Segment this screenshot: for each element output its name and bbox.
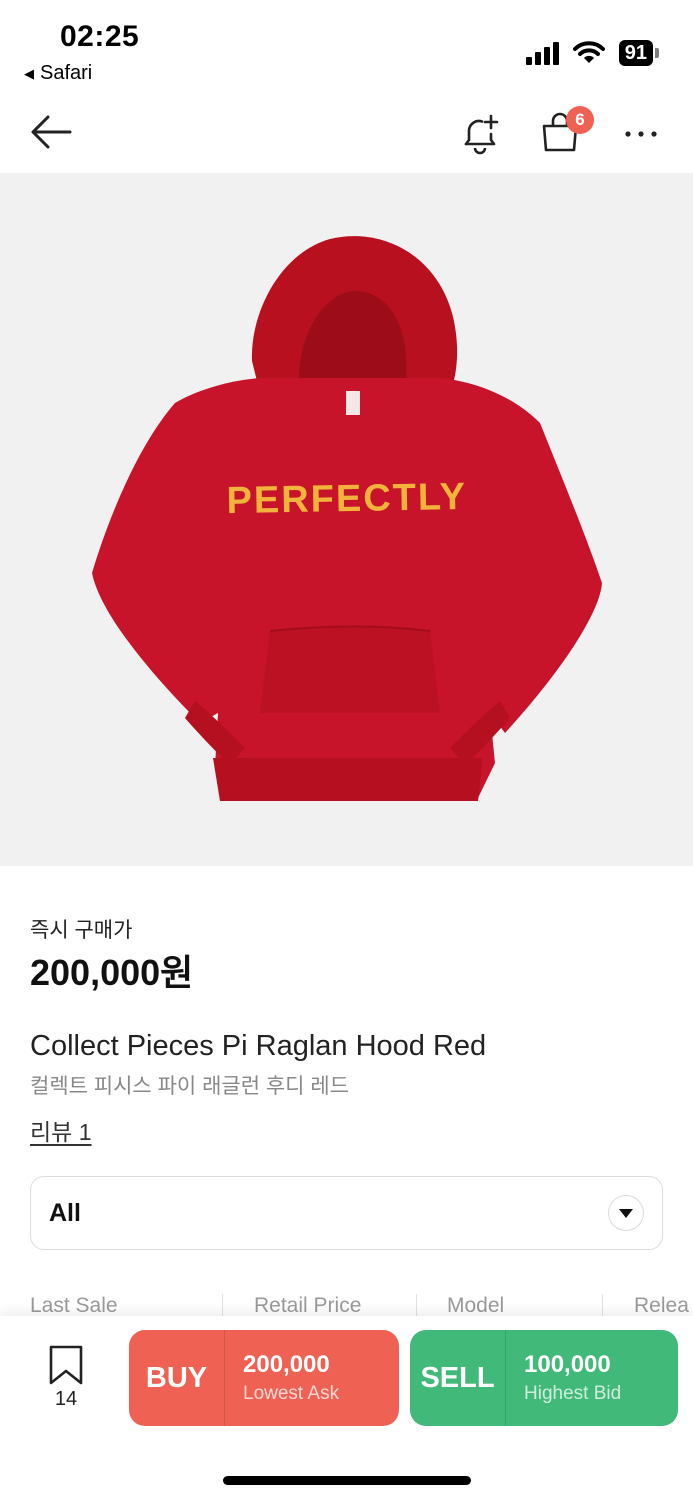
spec-retail-price: Retail Price: [254, 1294, 362, 1316]
spec-header-row: Last Sale Retail Price Model Relea: [0, 1294, 693, 1316]
back-app-label: Safari: [40, 62, 93, 84]
buy-now-price-label: 즉시 구매가: [30, 919, 133, 942]
chevron-down-icon: [608, 1195, 644, 1231]
home-indicator[interactable]: [223, 1476, 471, 1485]
size-select-value: All: [49, 1198, 81, 1227]
status-time: 02:25: [60, 20, 140, 53]
cellular-signal-icon: [525, 41, 559, 65]
red-hoodie-image: PERFECTLY: [92, 236, 602, 801]
sell-button[interactable]: SELL 100,000 Highest Bid: [410, 1330, 678, 1426]
bell-plus-icon[interactable]: [458, 112, 502, 156]
bookmark-icon: [49, 1345, 83, 1385]
highest-bid-amount: 100,000: [524, 1351, 611, 1378]
lowest-ask-amount: 200,000: [243, 1351, 330, 1378]
cart-count-badge: 6: [566, 106, 594, 134]
buy-label: BUY: [129, 1330, 225, 1426]
highest-bid-label: Highest Bid: [524, 1383, 622, 1404]
more-icon[interactable]: [624, 130, 658, 138]
spec-last-sale: Last Sale: [30, 1294, 118, 1316]
back-to-app-link[interactable]: ◀ Safari: [24, 62, 92, 85]
review-link[interactable]: 리뷰 1: [30, 1113, 92, 1147]
status-bar: 02:25 ◀ Safari 91: [0, 0, 693, 100]
battery-level: 91: [618, 40, 653, 66]
cart-button[interactable]: 6: [540, 106, 594, 154]
battery-icon: 91: [618, 40, 659, 66]
sell-label: SELL: [410, 1330, 506, 1426]
back-arrow-icon[interactable]: [30, 114, 72, 150]
product-image[interactable]: PERFECTLY: [0, 173, 693, 866]
product-name-en: Collect Pieces Pi Raglan Hood Red: [30, 1030, 487, 1062]
buy-button[interactable]: BUY 200,000 Lowest Ask: [129, 1330, 399, 1426]
size-select[interactable]: All: [30, 1176, 663, 1250]
lowest-ask-label: Lowest Ask: [243, 1383, 340, 1404]
bookmark-count: 14: [54, 1388, 78, 1410]
bottom-action-bar: 14 BUY 200,000 Lowest Ask SELL 100,000 H…: [0, 1316, 693, 1500]
spec-release: Relea: [634, 1294, 689, 1316]
hoodie-lettering: PERFECTLY: [226, 476, 467, 522]
buy-now-price: 200,000원: [30, 952, 194, 993]
wifi-icon: [572, 41, 605, 63]
top-nav: 6: [0, 100, 693, 172]
spec-model: Model: [447, 1294, 505, 1316]
bookmark-button[interactable]: 14: [42, 1344, 90, 1411]
product-name-ko: 컬렉트 피시스 파이 래글런 후디 레드: [30, 1075, 349, 1098]
back-triangle-icon: ◀: [24, 65, 34, 81]
